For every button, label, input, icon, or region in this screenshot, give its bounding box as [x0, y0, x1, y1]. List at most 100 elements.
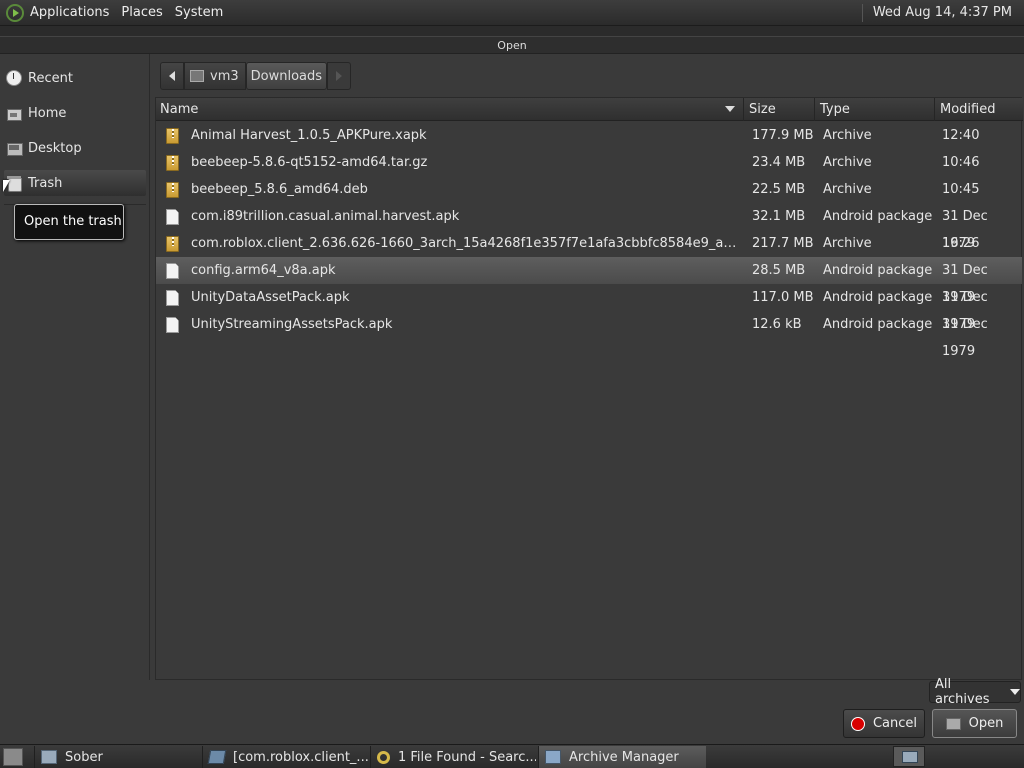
path-segment-downloads[interactable]: Downloads [245, 62, 328, 90]
file-size: 22.5 MB [752, 182, 806, 197]
clock-icon [6, 70, 22, 86]
file-type: Archive [823, 236, 872, 251]
path-segment-vm3[interactable]: vm3 [184, 62, 246, 90]
file-modified: 16:26 [942, 236, 980, 251]
taskbar-item-label: Sober [65, 749, 103, 765]
sidebar-item-home[interactable]: Home [4, 100, 146, 126]
file-row[interactable]: com.i89trillion.casual.animal.harvest.ap… [156, 203, 1022, 251]
package-icon [207, 750, 227, 764]
document-file-icon [166, 317, 179, 333]
file-name: beebeep-5.8.6-qt5152-amd64.tar.gz [191, 155, 428, 170]
file-row[interactable]: beebeep_5.8.6_amd64.deb 22.5 MB Archive 10:… [156, 176, 1022, 203]
taskbar-item-roblox[interactable]: [com.roblox.client_... [202, 746, 368, 768]
file-type-filter[interactable]: All archives [929, 677, 1021, 707]
file-name: UnityDataAssetPack.apk [191, 290, 350, 305]
column-header-size[interactable]: Size [745, 98, 815, 121]
path-bar: vm3 Downloads [160, 62, 352, 90]
window-top-frame [0, 26, 1024, 36]
applications-menu-label: Applications [30, 5, 110, 20]
file-row[interactable]: config.arm64_v8a.apk 28.5 MB Android packa… [156, 257, 1022, 305]
sidebar-item-desktop[interactable]: Desktop [4, 135, 146, 161]
workspace-switcher[interactable] [893, 746, 925, 767]
archive-file-icon [166, 236, 179, 252]
file-row[interactable]: beebeep-5.8.6-qt5152-amd64.tar.gz 23.4 MB… [156, 149, 1022, 176]
file-list[interactable]: Name Size Type Modified Animal Harvest_1… [155, 97, 1023, 680]
taskbar-item-search[interactable]: 1 File Found - Searc... [370, 746, 536, 768]
path-segment-label: vm3 [210, 68, 239, 84]
tooltip: Open the trash [14, 204, 124, 240]
file-name: Animal Harvest_1.0.5_APKPure.xapk [191, 128, 427, 143]
file-name: UnityStreamingAssetsPack.apk [191, 317, 393, 332]
taskbar-item-archive-manager[interactable]: Archive Manager [538, 746, 706, 768]
taskbar-item-label: [com.roblox.client_... [233, 749, 368, 765]
file-row[interactable]: UnityStreamingAssetsPack.apk 12.6 kB Andro… [156, 311, 1022, 359]
document-file-icon [166, 290, 179, 306]
sidebar-item-recent[interactable]: Recent [4, 65, 146, 91]
column-header-label: Type [820, 102, 850, 117]
file-list-header: Name Size Type Modified [156, 98, 1023, 121]
column-header-modified[interactable]: Modified [936, 98, 1023, 121]
home-folder-icon [6, 105, 22, 121]
file-name: com.i89trillion.casual.animal.harvest.ap… [191, 209, 460, 224]
file-row[interactable]: UnityDataAssetPack.apk 117.0 MB Android pa… [156, 284, 1022, 332]
archive-file-icon [166, 155, 179, 171]
mouse-pointer-icon [3, 180, 10, 192]
file-type: Android package [823, 209, 933, 224]
sidebar-item-label: Desktop [28, 140, 82, 156]
column-header-label: Size [749, 102, 776, 117]
sidebar-item-label: Recent [28, 70, 73, 86]
open-button[interactable]: Open [932, 709, 1017, 738]
file-row[interactable]: Animal Harvest_1.0.5_APKPure.xapk 177.9 M… [156, 122, 1022, 149]
file-modified: 12:40 [942, 128, 980, 143]
show-desktop-icon[interactable] [3, 748, 23, 766]
home-folder-icon [190, 70, 204, 82]
file-type: Archive [823, 182, 872, 197]
system-menu[interactable]: System [169, 0, 229, 26]
sort-descending-icon [725, 106, 735, 112]
cancel-icon [850, 716, 865, 731]
window-icon [41, 750, 57, 764]
search-icon [377, 750, 390, 764]
open-folder-icon [945, 717, 961, 730]
file-type: Android package [823, 317, 933, 332]
column-header-type[interactable]: Type [816, 98, 935, 121]
file-row[interactable]: com.roblox.client_2.636.626-1660_3arch_1… [156, 230, 1022, 257]
sidebar-item-label: Trash [28, 175, 63, 191]
desktop-icon [6, 140, 23, 156]
dialog-title[interactable]: Open [0, 36, 1024, 54]
path-segment-label: Downloads [250, 68, 323, 84]
places-sidebar: Recent Home Desktop Trash [0, 54, 150, 680]
taskbar-item-label: Archive Manager [569, 749, 679, 765]
file-size: 177.9 MB [752, 128, 814, 143]
file-name: com.roblox.client_2.636.626-1660_3arch_1… [191, 236, 741, 251]
applications-menu[interactable]: Applications [0, 0, 115, 26]
applications-logo-icon [6, 3, 24, 22]
file-type-filter-value: All archives [935, 677, 990, 707]
cancel-button[interactable]: Cancel [843, 709, 925, 738]
taskbar-item-sober[interactable]: Sober [34, 746, 200, 768]
file-size: 217.7 MB [752, 236, 814, 251]
file-type: Android package [823, 263, 933, 278]
clock[interactable]: Wed Aug 14, 4:37 PM [861, 3, 1024, 22]
column-header-label: Modified [940, 102, 996, 117]
file-modified: 10:45 [942, 182, 980, 197]
taskbar-item-label: 1 File Found - Searc... [398, 749, 536, 765]
file-modified: 31 Dec 1979 [942, 317, 988, 359]
column-header-name[interactable]: Name [156, 98, 744, 121]
places-menu[interactable]: Places [115, 0, 168, 26]
taskbar: Sober [com.roblox.client_... 1 File Foun… [0, 744, 1024, 768]
sidebar-item-trash[interactable]: Trash [4, 170, 146, 196]
document-file-icon [166, 263, 179, 279]
file-name: config.arm64_v8a.apk [191, 263, 336, 278]
cancel-button-label: Cancel [872, 716, 918, 731]
file-type: Android package [823, 290, 933, 305]
file-size: 23.4 MB [752, 155, 806, 170]
path-back-button[interactable] [160, 62, 184, 90]
archive-file-icon [166, 128, 179, 144]
file-size: 28.5 MB [752, 263, 806, 278]
column-header-label: Name [160, 102, 199, 117]
file-modified: 10:46 [942, 155, 980, 170]
path-forward-button[interactable] [327, 62, 352, 90]
open-button-label: Open [968, 716, 1004, 731]
document-file-icon [166, 209, 179, 225]
